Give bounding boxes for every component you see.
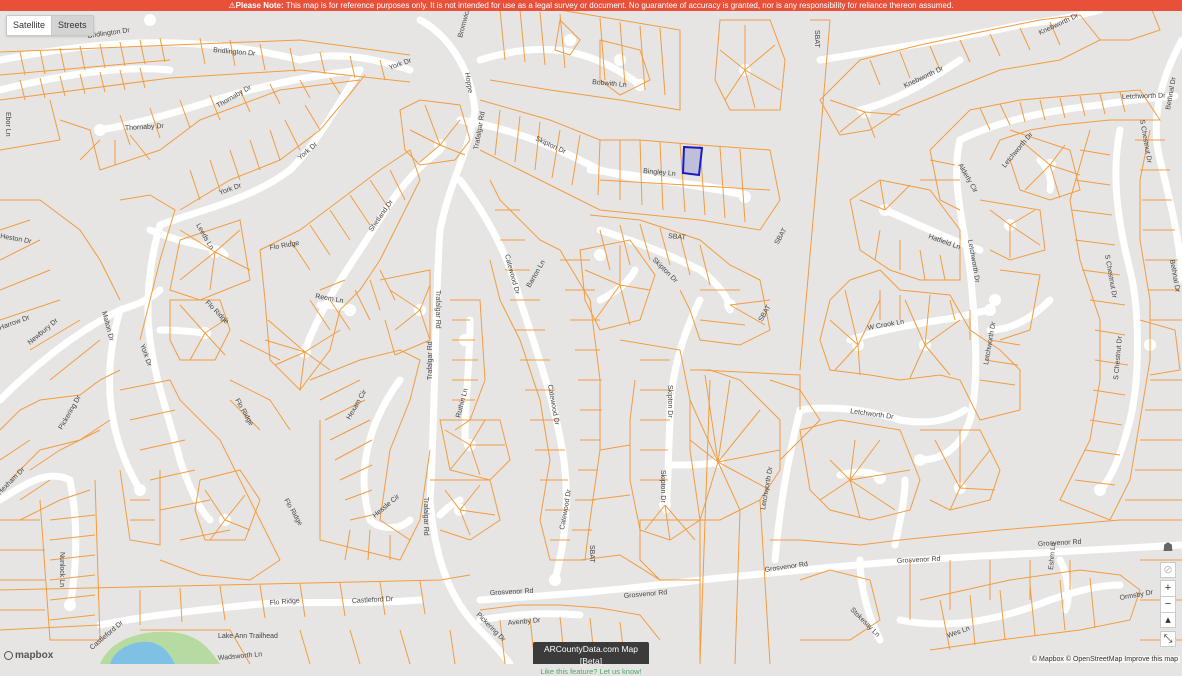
banner-label: Please Note: <box>235 1 284 10</box>
selected-parcel[interactable] <box>681 145 704 177</box>
map-attribution[interactable]: © Mapbox © OpenStreetMap Improve this ma… <box>1029 656 1180 663</box>
mapbox-logo-text: mapbox <box>15 650 54 661</box>
map-canvas[interactable]: Bridlington Dr Bridlington Dr York Dr Yo… <box>0 0 1182 664</box>
mapbox-logo-icon <box>4 650 13 660</box>
zoom-in-button[interactable]: + <box>1160 580 1176 596</box>
street-label: Skipton Dr <box>659 470 666 503</box>
warning-icon: ⚠ <box>228 1 236 10</box>
street-label: Nunlock Ln <box>58 552 65 587</box>
feedback-link[interactable]: Like this feature? Let us know! <box>533 667 649 676</box>
street-label: Trafalgar Rd <box>422 497 429 536</box>
street-label: Ebor Ln <box>4 112 11 137</box>
fullscreen-icon[interactable]: ⤡ <box>1160 631 1176 647</box>
street-label: SBAT <box>813 30 820 48</box>
map-controls: ☗ ⊘ + − ▴ ⤡ <box>1160 540 1176 649</box>
beta-title: ARCountyData.com Map [Beta] <box>543 644 638 666</box>
zoom-controls: + − ▴ <box>1160 580 1176 628</box>
map-style-toggle: Satellite Streets <box>6 15 94 36</box>
street-label: Trafalgar Rd <box>434 290 441 329</box>
mapbox-logo[interactable]: mapbox <box>4 650 53 661</box>
street-label: Trafalgar Rd <box>427 341 434 380</box>
streets-button[interactable]: Streets <box>51 16 93 35</box>
beta-panel: ARCountyData.com Map [Beta] Like this fe… <box>533 642 649 676</box>
locate-icon[interactable]: ⊘ <box>1160 562 1176 578</box>
zoom-out-button[interactable]: − <box>1160 596 1176 612</box>
satellite-button[interactable]: Satellite <box>7 16 51 35</box>
pegman-icon[interactable]: ☗ <box>1160 540 1176 560</box>
disclaimer-banner: ⚠Please Note: This map is for reference … <box>0 0 1182 11</box>
street-label: Skipton Dr <box>666 385 673 418</box>
street-label: SBAT <box>588 545 595 563</box>
banner-text: This map is for reference purposes only.… <box>283 1 954 10</box>
street-label: Lake Ann Trailhead <box>218 633 278 640</box>
compass-icon[interactable]: ▴ <box>1160 612 1176 628</box>
